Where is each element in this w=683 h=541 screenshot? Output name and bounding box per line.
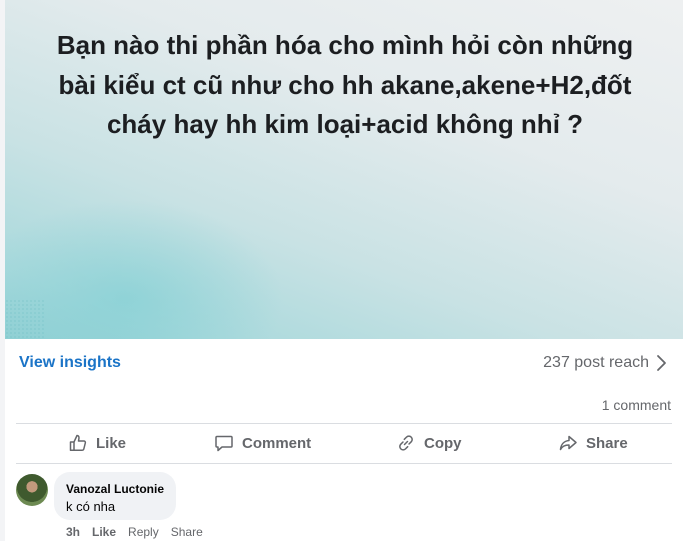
comment-bubble: Vanozal Luctonie k có nha — [54, 472, 176, 520]
comment-share-button[interactable]: Share — [171, 525, 203, 539]
view-insights-link[interactable]: View insights — [19, 354, 121, 372]
link-chain-icon — [399, 435, 413, 451]
share-label: Share — [586, 434, 628, 452]
thumbs-up-icon — [69, 434, 87, 451]
comment-label: Comment — [242, 434, 312, 452]
like-label: Like — [96, 434, 127, 452]
comment-button[interactable]: Comment — [214, 424, 311, 462]
insights-row: View insights 237 post reach — [5, 339, 683, 387]
post-background-card: Bạn nào thi phần hóa cho mình hỏi còn nh… — [5, 0, 683, 339]
comment-reply-button[interactable]: Reply — [128, 525, 159, 539]
dot-pattern-decoration — [5, 299, 45, 339]
post-reach-label[interactable]: 237 post reach — [543, 354, 649, 372]
chevron-right-icon[interactable] — [655, 353, 669, 373]
comment-text: k có nha — [66, 499, 116, 514]
avatar[interactable] — [16, 474, 48, 506]
action-bar: Like Comment Copy Share — [16, 424, 672, 462]
like-button[interactable]: Like — [68, 424, 126, 462]
comment-like-button[interactable]: Like — [92, 525, 116, 539]
copy-label: Copy — [424, 434, 462, 452]
post-text: Bạn nào thi phần hóa cho mình hỏi còn nh… — [56, 30, 634, 139]
comments-count[interactable]: 1 comment — [602, 397, 671, 413]
teal-glow-decoration — [5, 199, 285, 339]
comment-author[interactable]: Vanozal Luctonie — [66, 482, 164, 496]
share-button[interactable]: Share — [558, 424, 628, 462]
share-arrow-icon — [559, 435, 577, 451]
comment-time[interactable]: 3h — [66, 525, 80, 539]
copy-button[interactable]: Copy — [396, 424, 462, 462]
divider-bottom — [16, 463, 672, 464]
comment-item: Vanozal Luctonie k có nha 3h Like Reply … — [16, 472, 676, 541]
comment-meta: 3h Like Reply Share — [66, 525, 203, 539]
comment-bubble-icon — [215, 435, 233, 452]
